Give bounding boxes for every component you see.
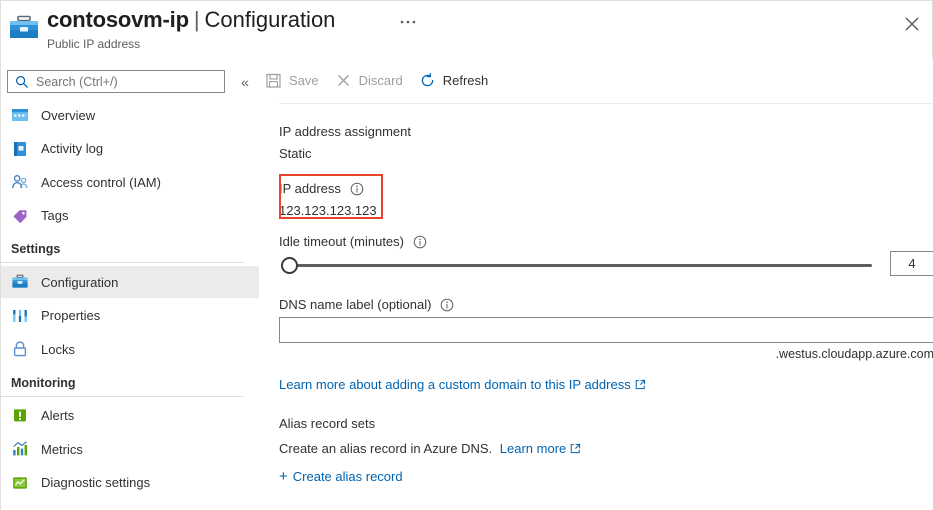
alias-record-sets-description: Create an alias record in Azure DNS. Lea… [279,441,581,456]
search-box[interactable] [7,70,225,93]
sidebar-section-divider [1,262,244,263]
sidebar-item-overview[interactable]: Overview [1,99,259,131]
ip-address-value: 123.123.123.123 [279,203,377,218]
ip-address-label: IP address [279,181,364,196]
azure-portal-blade: contosovm-ip|Configuration Public IP add… [0,0,933,510]
resource-name: contosovm-ip [47,7,189,32]
sidebar-item-configuration[interactable]: Configuration [1,266,259,298]
blade-sidebar: « Overview Activity log Access control (IA… [1,59,259,510]
slider-track [289,264,872,267]
ip-assignment-label: IP address assignment [279,124,411,139]
sidebar-item-diagnostic-settings[interactable]: Diagnostic settings [1,467,259,499]
metrics-icon [11,440,29,458]
ip-address-label-text: IP address [279,181,341,196]
slider-thumb[interactable] [281,257,298,274]
title-separator: | [194,7,200,32]
sidebar-section-heading: Settings [11,242,60,256]
properties-icon [11,307,29,325]
learn-more-custom-domain-link[interactable]: Learn more about adding a custom domain … [279,377,646,392]
ip-assignment-value: Static [279,146,312,161]
access-control-icon [11,173,29,191]
discard-button[interactable]: Discard [329,66,413,94]
collapse-sidebar-button[interactable]: « [235,72,255,92]
sidebar-item-label: Overview [41,108,95,123]
dns-suffix-text: .westus.cloudapp.azure.com [259,347,933,361]
sidebar-item-label: Alerts [41,408,74,423]
refresh-label: Refresh [443,73,489,88]
save-button[interactable]: Save [259,66,329,94]
discard-label: Discard [359,73,403,88]
idle-timeout-label-text: Idle timeout (minutes) [279,234,404,249]
idle-timeout-value-box[interactable] [890,251,933,276]
save-label: Save [289,73,319,88]
blade-header: contosovm-ip|Configuration Public IP add… [1,1,933,59]
locks-icon [11,340,29,358]
idle-timeout-input[interactable] [891,252,933,275]
external-link-icon [635,378,646,389]
alias-learn-more-link[interactable]: Learn more [500,441,581,456]
tags-icon [11,207,29,225]
info-icon[interactable] [413,235,427,249]
discard-icon [335,72,352,89]
create-alias-record-label: Create alias record [293,469,403,484]
learn-more-custom-domain-text: Learn more about adding a custom domain … [279,377,631,392]
alias-learn-more-text: Learn more [500,441,566,456]
configuration-icon [11,273,29,291]
command-toolbar: Save Discard Refresh [259,65,498,95]
blade-content: Save Discard Refresh [259,59,933,510]
page-section-name: Configuration [205,7,336,32]
alias-desc-text: Create an alias record in Azure DNS. [279,441,492,456]
sidebar-item-label: Tags [41,208,68,223]
sidebar-section-heading: Monitoring [11,376,76,390]
sidebar-item-label: Properties [41,308,100,323]
create-alias-record-button[interactable]: + Create alias record [279,469,403,484]
sidebar-item-tags[interactable]: Tags [1,200,259,232]
activity-log-icon [11,140,29,158]
refresh-button[interactable]: Refresh [413,66,499,94]
dns-name-label: DNS name label (optional) [279,297,454,312]
idle-timeout-slider[interactable] [279,254,882,276]
alias-record-sets-title: Alias record sets [279,416,375,431]
briefcase-icon [9,15,39,41]
sidebar-item-label: Locks [41,342,75,357]
dns-name-label-text: DNS name label (optional) [279,297,431,312]
info-icon[interactable] [440,298,454,312]
sidebar-item-label: Access control (IAM) [41,175,161,190]
sidebar-search-row: « [7,70,253,94]
sidebar-item-label: Metrics [41,442,83,457]
save-icon [265,72,282,89]
plus-icon: + [279,469,288,484]
sidebar-item-access-control-iam[interactable]: Access control (IAM) [1,166,259,198]
refresh-icon [419,72,436,89]
search-icon [15,75,29,89]
sidebar-item-properties[interactable]: Properties [1,300,259,332]
external-link-icon [570,442,581,453]
sidebar-item-label: Diagnostic settings [41,475,150,490]
sidebar-item-locks[interactable]: Locks [1,333,259,365]
sidebar-item-alerts[interactable]: Alerts [1,400,259,432]
idle-timeout-label: Idle timeout (minutes) [279,234,427,249]
diagnostic-settings-icon [11,474,29,492]
sidebar-item-label: Configuration [41,275,118,290]
search-input[interactable] [34,71,220,92]
sidebar-item-metrics[interactable]: Metrics [1,433,259,465]
overview-icon [11,106,29,124]
sidebar-item-activity-log[interactable]: Activity log [1,133,259,165]
toolbar-divider [279,103,933,104]
dns-name-input[interactable] [280,318,933,342]
sidebar-item-label: Activity log [41,141,103,156]
info-icon[interactable] [350,182,364,196]
close-icon[interactable] [898,10,926,38]
dns-name-input-box[interactable] [279,317,933,343]
more-options-button[interactable] [395,12,421,32]
sidebar-section-divider [1,396,244,397]
resource-type-subtitle: Public IP address [47,37,140,51]
alerts-icon [11,407,29,425]
page-title: contosovm-ip|Configuration [47,5,335,35]
